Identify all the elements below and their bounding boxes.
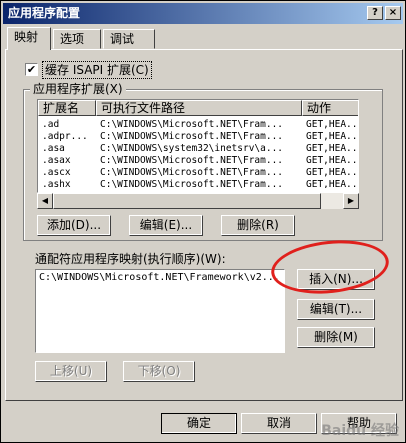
cancel-button[interactable]: 取消 (241, 413, 317, 434)
app-ext-hscrollbar[interactable]: ◀ ▶ (37, 193, 359, 209)
table-row[interactable]: .asax C:\WINDOWS\Microsoft.NET\Fram... G… (38, 155, 359, 166)
wildcard-list[interactable]: C:\WINDOWS\Microsoft.NET\Framework\v2... (35, 269, 285, 353)
tab-options[interactable]: 选项 (53, 29, 101, 49)
cell-verbs: GET,HEA... (306, 119, 359, 130)
table-row[interactable]: .ashx C:\WINDOWS\Microsoft.NET\Fram... G… (38, 179, 359, 188)
cell-extension: .asa (42, 143, 65, 154)
table-row[interactable]: .adpr... C:\WINDOWS\Microsoft.NET\Fram..… (38, 131, 359, 142)
column-header-executable-path[interactable]: 可执行文件路径 (96, 100, 302, 116)
app-ext-group-label: 应用程序扩展(X) (30, 82, 126, 96)
window-title: 应用程序配置 (8, 6, 81, 20)
app-config-dialog: 应用程序配置 ? × 映射 选项 调试 ✔ 缓存 ISAPI 扩展(C) 应用程… (0, 0, 406, 443)
ok-button[interactable]: 确定 (161, 413, 237, 434)
tab-options-label: 选项 (60, 32, 85, 46)
scroll-thumb[interactable] (53, 193, 321, 209)
list-item[interactable]: C:\WINDOWS\Microsoft.NET\Framework\v2... (39, 272, 280, 283)
column-header-extension[interactable]: 扩展名 (38, 100, 96, 116)
cache-isapi-checkbox[interactable]: ✔ (25, 63, 38, 76)
cache-isapi-label[interactable]: 缓存 ISAPI 扩展(C) (42, 61, 152, 79)
cell-extension: .adpr... (42, 131, 88, 142)
cell-extension: .asax (42, 155, 71, 166)
cell-path: C:\WINDOWS\system32\inetsrv\a... (100, 143, 284, 154)
cell-extension: .ad (42, 119, 60, 130)
table-row[interactable]: .asa C:\WINDOWS\system32\inetsrv\a... GE… (38, 143, 359, 154)
list-header: 扩展名 可执行文件路径 动作 (38, 100, 358, 116)
wildcard-label: 通配符应用程序映射(执行顺序)(W): (35, 252, 226, 266)
cell-extension: .ascx (42, 167, 71, 178)
cell-path: C:\WINDOWS\Microsoft.NET\Fram... (100, 155, 284, 166)
scroll-right-icon[interactable]: ▶ (343, 193, 359, 209)
column-header-verbs[interactable]: 动作 (302, 100, 358, 116)
tab-mapping-label: 映射 (14, 30, 39, 44)
remove-extension-button[interactable]: 删除(R) (221, 215, 295, 236)
tab-debug-label: 调试 (110, 32, 135, 46)
table-row[interactable]: .ascx C:\WINDOWS\Microsoft.NET\Fram... G… (38, 167, 359, 178)
cell-path: C:\WINDOWS\Microsoft.NET\Fram... (100, 119, 284, 130)
cell-verbs: GET,HEA... (306, 155, 359, 166)
insert-wildcard-button[interactable]: 插入(N)... (297, 269, 375, 290)
tab-mapping[interactable]: 映射 (7, 27, 51, 50)
help-icon[interactable]: ? (367, 6, 383, 20)
title-bar: 应用程序配置 ? × (3, 3, 403, 24)
cell-verbs: GET,HEA... (306, 143, 359, 154)
add-extension-button[interactable]: 添加(D)... (37, 215, 111, 236)
move-up-button[interactable]: 上移(U) (35, 361, 107, 382)
cell-verbs: GET,HEA... (306, 179, 359, 188)
watermark: Baidu 经验 (321, 423, 399, 439)
tab-debug[interactable]: 调试 (103, 29, 155, 49)
scroll-left-icon[interactable]: ◀ (37, 193, 53, 209)
cell-extension: .ashx (42, 179, 71, 188)
table-row[interactable]: .ad C:\WINDOWS\Microsoft.NET\Fram... GET… (38, 119, 359, 130)
cell-path: C:\WINDOWS\Microsoft.NET\Fram... (100, 179, 284, 188)
cell-verbs: GET,HEA... (306, 131, 359, 142)
remove-wildcard-button[interactable]: 删除(M) (297, 327, 375, 348)
move-down-button[interactable]: 下移(O) (123, 361, 195, 382)
cell-verbs: GET,HEA... (306, 167, 359, 178)
app-ext-list[interactable]: 扩展名 可执行文件路径 动作 .ad C:\WINDOWS\Microsoft.… (37, 99, 359, 193)
cell-path: C:\WINDOWS\Microsoft.NET\Fram... (100, 167, 284, 178)
edit-extension-button[interactable]: 编辑(E)... (129, 215, 203, 236)
close-icon[interactable]: × (385, 6, 401, 20)
cell-path: C:\WINDOWS\Microsoft.NET\Fram... (100, 131, 284, 142)
edit-wildcard-button[interactable]: 编辑(T)... (297, 299, 375, 320)
